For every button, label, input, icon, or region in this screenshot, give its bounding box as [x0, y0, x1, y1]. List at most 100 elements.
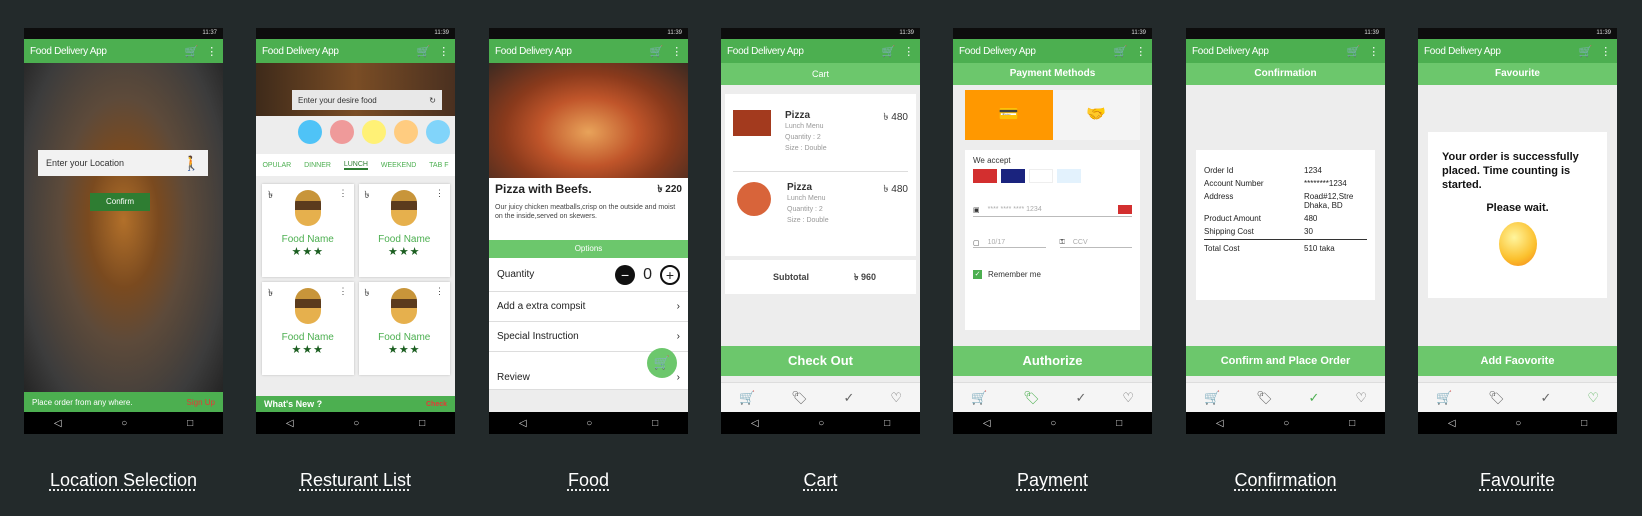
heart-icon[interactable]: ♡ — [1122, 390, 1134, 406]
tab-more[interactable]: TAB F — [429, 162, 448, 169]
add-favourite-button[interactable]: Add Faovorite — [1418, 346, 1617, 376]
back-icon[interactable]: ◁ — [286, 418, 294, 429]
location-input[interactable]: Enter your Location 🚶 — [38, 150, 208, 176]
overflow-menu-icon[interactable]: ⋮ — [903, 45, 914, 58]
cart-icon[interactable]: 🛒 — [1436, 390, 1452, 406]
heart-icon[interactable]: ♡ — [890, 390, 902, 406]
remember-row[interactable]: ✓ Remember me — [973, 270, 1132, 279]
expiry-field[interactable]: ▢ 10/17 — [973, 239, 1046, 248]
cart-icon[interactable]: 🛒 — [1347, 45, 1361, 58]
recent-icon[interactable]: □ — [884, 418, 890, 429]
confirm-button[interactable]: Confirm — [90, 193, 150, 211]
home-icon[interactable]: ○ — [353, 418, 359, 429]
back-icon[interactable]: ◁ — [751, 418, 759, 429]
check-icon[interactable]: ✓ — [1309, 390, 1320, 406]
plus-icon[interactable]: + — [660, 264, 680, 285]
card-menu-icon[interactable]: ⋮ — [339, 188, 348, 199]
check-icon[interactable]: ✓ — [1541, 390, 1552, 406]
home-icon[interactable]: ○ — [121, 418, 127, 429]
category-icon[interactable] — [298, 120, 322, 144]
cash-method[interactable]: 🤝 — [1052, 90, 1140, 140]
recent-icon[interactable]: □ — [1349, 418, 1355, 429]
back-icon[interactable]: ◁ — [1448, 418, 1456, 429]
home-icon[interactable]: ○ — [1283, 418, 1289, 429]
cart-icon[interactable]: 🛒 — [1204, 390, 1220, 406]
recent-icon[interactable]: □ — [1581, 418, 1587, 429]
tag-icon[interactable]: 🏷 — [1023, 390, 1040, 406]
cart-icon[interactable]: 🛒 — [1114, 45, 1128, 58]
recent-icon[interactable]: □ — [419, 418, 425, 429]
food-card[interactable]: ৳ ⋮ Food Name ★★★ — [358, 282, 450, 375]
card-method[interactable]: 💳 — [965, 90, 1053, 140]
tab-popular[interactable]: OPULAR — [262, 162, 291, 169]
overflow-menu-icon[interactable]: ⋮ — [1368, 45, 1379, 58]
category-icon[interactable] — [330, 120, 354, 144]
add-to-cart-fab[interactable]: 🛒 — [647, 348, 677, 378]
food-info: Pizza with Beefs. ৳ 220 Our juicy chicken… — [489, 178, 688, 240]
recent-icon[interactable]: □ — [1116, 418, 1122, 429]
cart-icon[interactable]: 🛒 — [650, 45, 664, 58]
search-input[interactable]: Enter your desire food ↻ — [292, 90, 442, 110]
overflow-menu-icon[interactable]: ⋮ — [438, 45, 449, 58]
place-order-button[interactable]: Confirm and Place Order — [1186, 346, 1385, 376]
back-icon[interactable]: ◁ — [54, 418, 62, 429]
caption-location: Location Selection — [49, 470, 198, 490]
food-card[interactable]: ৳ ⋮ Food Name ★★★ — [262, 184, 354, 277]
heart-icon[interactable]: ♡ — [1355, 390, 1367, 406]
home-icon[interactable]: ○ — [818, 418, 824, 429]
authorize-button[interactable]: Authorize — [953, 346, 1152, 376]
tag-icon[interactable]: 🏷 — [1488, 390, 1505, 406]
ccv-placeholder: CCV — [1072, 239, 1088, 246]
heart-icon[interactable]: ♡ — [1587, 390, 1599, 406]
tag-icon[interactable]: 🏷 — [791, 390, 808, 406]
app-bar: Food Delivery App 🛒 ⋮ — [953, 39, 1152, 63]
recent-icon[interactable]: □ — [187, 418, 193, 429]
tag-icon[interactable]: 🏷 — [1256, 390, 1273, 406]
tab-weekend[interactable]: WEEKEND — [381, 162, 416, 169]
cart-icon[interactable]: 🛒 — [882, 45, 896, 58]
check-icon[interactable]: ✓ — [1076, 390, 1087, 406]
back-icon[interactable]: ◁ — [1216, 418, 1224, 429]
card-number-field[interactable]: ▣ **** **** **** 1234 — [973, 205, 1132, 217]
app-title: Food Delivery App — [1424, 45, 1501, 57]
check-icon[interactable]: ✓ — [844, 390, 855, 406]
signup-link[interactable]: Sign Up — [187, 398, 215, 407]
card-menu-icon[interactable]: ⋮ — [435, 286, 444, 297]
extra-row[interactable]: Add a extra compsit › — [489, 292, 688, 322]
food-card[interactable]: ৳ ⋮ Food Name ★★★ — [358, 184, 450, 277]
overflow-menu-icon[interactable]: ⋮ — [1135, 45, 1146, 58]
category-icon[interactable] — [426, 120, 450, 144]
cart-icon[interactable]: 🛒 — [739, 390, 755, 406]
card-menu-icon[interactable]: ⋮ — [339, 286, 348, 297]
card-menu-icon[interactable]: ⋮ — [435, 188, 444, 199]
ccv-field[interactable]: ⚿ CCV — [1059, 239, 1132, 248]
back-icon[interactable]: ◁ — [519, 418, 527, 429]
cart-item[interactable]: Pizza Lunch Menu Quantity : 2 Size : Double… — [733, 100, 908, 172]
recent-icon[interactable]: □ — [652, 418, 658, 429]
cart-icon[interactable]: 🛒 — [185, 45, 199, 58]
checkbox-icon[interactable]: ✓ — [973, 270, 982, 279]
cart-icon[interactable]: 🛒 — [417, 45, 431, 58]
category-icon[interactable] — [394, 120, 418, 144]
overflow-menu-icon[interactable]: ⋮ — [206, 45, 217, 58]
app-bar: Food Delivery App 🛒 ⋮ — [1186, 39, 1385, 63]
cart-icon[interactable]: 🛒 — [971, 390, 987, 406]
minus-icon[interactable]: − — [615, 264, 636, 285]
refresh-icon[interactable]: ↻ — [429, 96, 436, 105]
back-icon[interactable]: ◁ — [983, 418, 991, 429]
overflow-menu-icon[interactable]: ⋮ — [671, 45, 682, 58]
home-icon[interactable]: ○ — [1050, 418, 1056, 429]
check-link[interactable]: Check — [426, 401, 447, 408]
tab-lunch[interactable]: LUNCH — [343, 161, 368, 170]
overflow-menu-icon[interactable]: ⋮ — [1600, 45, 1611, 58]
home-icon[interactable]: ○ — [1515, 418, 1521, 429]
screen-location: 11:37 Food Delivery App 🛒 ⋮ Enter your Loc… — [24, 28, 223, 434]
person-icon[interactable]: 🚶 — [183, 155, 200, 172]
category-icon[interactable] — [362, 120, 386, 144]
food-card[interactable]: ৳ ⋮ Food Name ★★★ — [262, 282, 354, 375]
home-icon[interactable]: ○ — [586, 418, 592, 429]
cart-icon[interactable]: 🛒 — [1579, 45, 1593, 58]
tab-dinner[interactable]: DINNER — [304, 162, 331, 169]
checkout-button[interactable]: Check Out — [721, 346, 920, 376]
cart-item[interactable]: Pizza Lunch Menu Quantity : 2 Size : Double… — [733, 172, 908, 244]
